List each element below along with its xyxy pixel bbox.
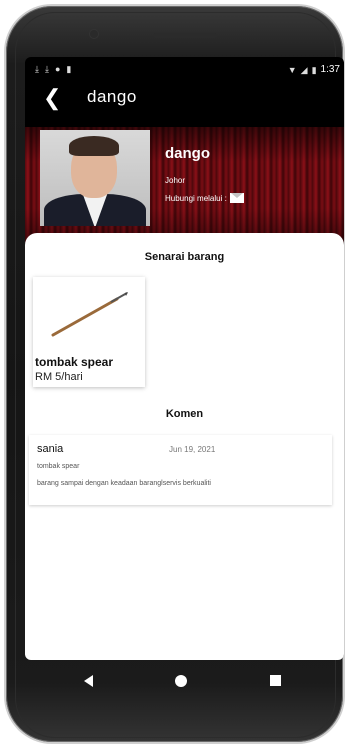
page-title: dango	[87, 87, 137, 106]
item-price: RM 5/hari	[35, 371, 83, 383]
comment-text: barang sampai dengan keadaan baranglserv…	[37, 480, 211, 487]
comment-user: sania	[37, 443, 64, 455]
profile-name: dango	[165, 145, 210, 162]
status-time: 1:37	[320, 64, 340, 75]
wifi-icon: ▼	[287, 64, 297, 75]
status-bar: ⤓ ⤓ ● ▮ ▼ ◢ ▮ 1:37	[25, 57, 344, 81]
comment-card: sania Jun 19, 2021 tombak spear barang s…	[29, 435, 332, 505]
clipboard-icon: ▮	[66, 64, 72, 74]
profile-contact: Hubungi melalui :	[165, 193, 244, 203]
profile-location: Johor	[165, 176, 186, 185]
nav-home-icon[interactable]	[175, 675, 187, 687]
nav-recent-icon[interactable]	[270, 675, 281, 686]
download-icon: ⤓	[35, 64, 39, 74]
earpiece-speaker	[153, 33, 217, 38]
content-panel: Senarai barang tombak spear RM 5/hari Ko…	[25, 233, 344, 660]
app-screen: ⤓ ⤓ ● ▮ ▼ ◢ ▮ 1:37 ❮ dango dango Johor H…	[25, 57, 344, 660]
comment-date: Jun 19, 2021	[169, 445, 216, 454]
comments-section-title: Komen	[165, 408, 204, 420]
nav-back-icon[interactable]	[84, 675, 93, 687]
profile-header: dango Johor Hubungi melalui :	[25, 127, 344, 243]
nav-bar	[25, 660, 344, 704]
record-icon: ●	[54, 64, 61, 74]
app-bar: ❮ dango	[25, 81, 344, 127]
contact-label: Hubungi melalui :	[165, 193, 227, 203]
mail-icon[interactable]	[229, 193, 244, 203]
spear-image	[51, 292, 128, 337]
item-card[interactable]: tombak spear RM 5/hari	[33, 277, 145, 387]
comment-item: tombak spear	[37, 463, 80, 470]
item-name: tombak spear	[35, 355, 114, 369]
profile-photo	[40, 130, 150, 226]
items-section-title: Senarai barang	[144, 251, 225, 263]
arrow-back-icon[interactable]: ❮	[43, 85, 61, 111]
signal-icon: ◢	[300, 64, 308, 75]
download-icon: ⤓	[44, 64, 49, 74]
battery-icon: ▮	[311, 64, 317, 75]
front-camera	[90, 30, 98, 38]
